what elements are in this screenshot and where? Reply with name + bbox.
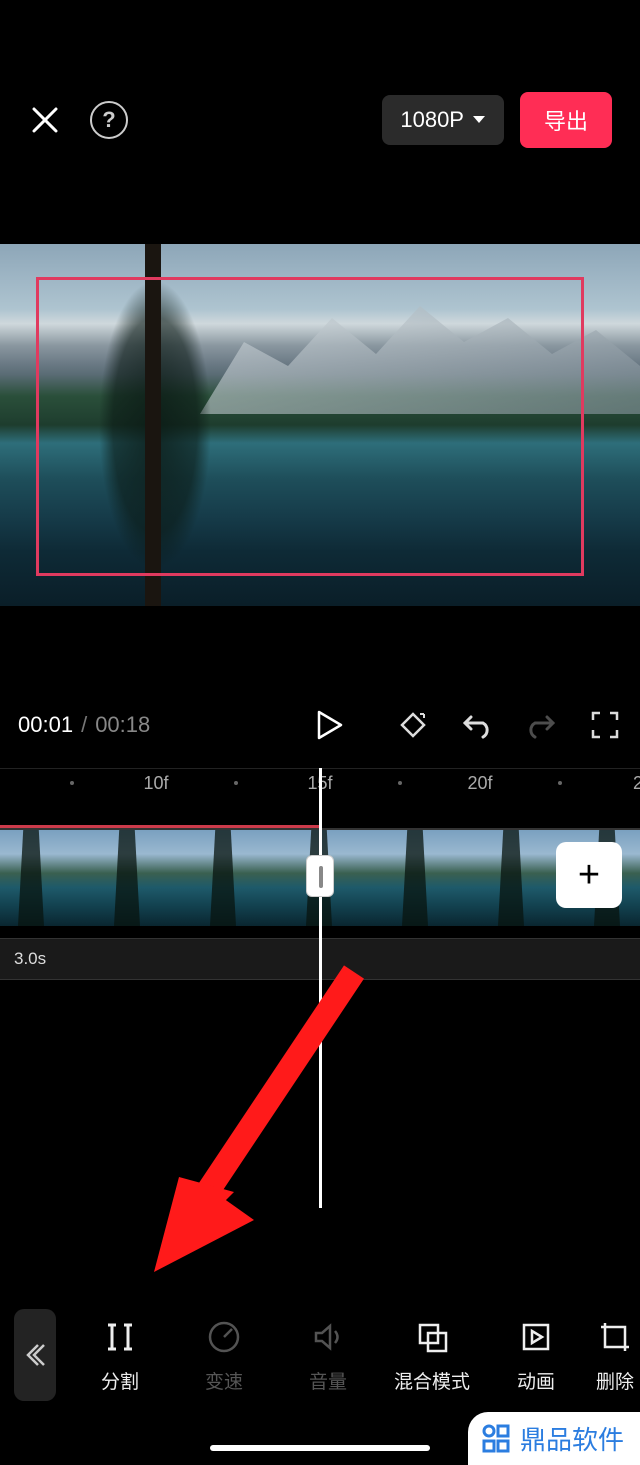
ruler-label: 2 xyxy=(633,773,640,794)
crop-tool-icon xyxy=(597,1319,633,1355)
fullscreen-button[interactable] xyxy=(588,708,622,742)
close-icon xyxy=(30,105,60,135)
overlay-duration: 3.0s xyxy=(14,949,46,969)
clip-thumbnail[interactable] xyxy=(384,830,480,926)
undo-icon xyxy=(461,711,493,739)
tool-label: 动画 xyxy=(517,1367,555,1394)
tool-delete[interactable]: 删除 xyxy=(590,1317,640,1394)
tool-label: 混合模式 xyxy=(394,1367,470,1394)
clip-thumbnail[interactable] xyxy=(192,830,288,926)
bottom-toolbar: 分割 变速 音量 混合模式 动画 删除 xyxy=(0,1300,640,1410)
tool-label: 变速 xyxy=(205,1367,243,1394)
clip-thumbnail[interactable] xyxy=(0,830,96,926)
top-bar: ? 1080P 导出 xyxy=(0,80,640,160)
watermark-text: 鼎品软件 xyxy=(520,1420,624,1457)
help-icon: ? xyxy=(102,107,115,133)
export-label: 导出 xyxy=(544,109,588,134)
undo-button[interactable] xyxy=(460,708,494,742)
watermark-icon xyxy=(480,1423,512,1455)
tool-blend[interactable]: 混合模式 xyxy=(382,1317,482,1394)
fullscreen-icon xyxy=(591,711,619,739)
current-time: 00:01 xyxy=(18,712,73,738)
playhead[interactable] xyxy=(319,768,322,1208)
chevron-left-icon xyxy=(22,1342,48,1368)
ruler-label: 20f xyxy=(467,773,492,794)
tool-speed[interactable]: 变速 xyxy=(174,1317,274,1394)
close-button[interactable] xyxy=(28,103,62,137)
chevron-down-icon xyxy=(472,115,486,125)
home-indicator[interactable] xyxy=(210,1445,430,1451)
playback-bar: 00:01 / 00:18 xyxy=(0,690,640,760)
clip-thumbnail[interactable] xyxy=(96,830,192,926)
ruler-tick xyxy=(398,781,402,785)
plus-icon: + xyxy=(578,854,600,897)
total-time: 00:18 xyxy=(95,712,150,738)
crop-frame[interactable] xyxy=(36,277,584,576)
resolution-label: 1080P xyxy=(400,107,464,133)
play-icon xyxy=(317,710,343,740)
export-button[interactable]: 导出 xyxy=(520,92,612,148)
redo-button[interactable] xyxy=(524,708,558,742)
tool-split[interactable]: 分割 xyxy=(70,1317,170,1394)
tool-volume[interactable]: 音量 xyxy=(278,1317,378,1394)
animation-icon xyxy=(518,1319,554,1355)
blend-icon xyxy=(414,1319,450,1355)
keyframe-button[interactable] xyxy=(396,708,430,742)
ruler-tick xyxy=(558,781,562,785)
play-button[interactable] xyxy=(310,705,350,745)
resolution-dropdown[interactable]: 1080P xyxy=(382,95,504,145)
tool-label: 删除 xyxy=(596,1367,634,1394)
clip-thumbnail[interactable] xyxy=(288,830,384,926)
ruler-tick xyxy=(234,781,238,785)
video-preview[interactable] xyxy=(0,244,640,606)
tool-animation[interactable]: 动画 xyxy=(486,1317,586,1394)
keyframe-icon xyxy=(398,710,428,740)
transition-handle[interactable] xyxy=(306,855,334,897)
ruler-tick xyxy=(70,781,74,785)
watermark: 鼎品软件 xyxy=(468,1412,640,1465)
volume-icon xyxy=(310,1319,346,1355)
split-icon xyxy=(102,1319,138,1355)
toolbar-back-button[interactable] xyxy=(14,1309,56,1401)
time-separator: / xyxy=(81,712,87,738)
ruler-label: 10f xyxy=(143,773,168,794)
add-clip-button[interactable]: + xyxy=(556,842,622,908)
tool-label: 音量 xyxy=(309,1367,347,1394)
speed-icon xyxy=(206,1319,242,1355)
tool-label: 分割 xyxy=(101,1367,139,1394)
timeline[interactable]: + 3.0s xyxy=(0,798,640,1208)
help-button[interactable]: ? xyxy=(90,101,128,139)
redo-icon xyxy=(525,711,557,739)
